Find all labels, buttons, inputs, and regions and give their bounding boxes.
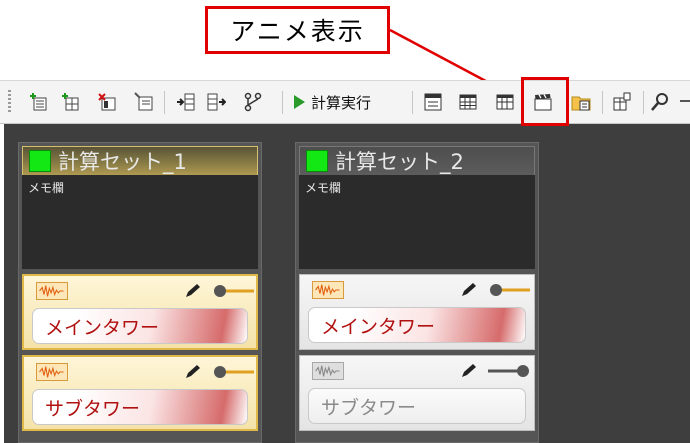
tower-card[interactable]: サブタワー xyxy=(299,355,535,431)
add-item-icon[interactable] xyxy=(60,92,80,112)
calc-set-panel[interactable]: 計算セット_1 メモ欄 メインタワー サブタワー xyxy=(18,142,262,443)
set-status-indicator xyxy=(306,150,328,172)
waveform-icon[interactable] xyxy=(36,282,68,300)
delete-icon[interactable] xyxy=(97,92,117,112)
tower-card[interactable]: メインタワー xyxy=(22,274,258,350)
calc-set-title: 計算セット_1 xyxy=(58,150,187,174)
tower-name-field[interactable]: サブタワー xyxy=(32,389,248,425)
grid-alt-view-icon[interactable] xyxy=(495,92,515,112)
table-view-icon[interactable] xyxy=(423,92,443,112)
callout-animation-display: アニメ表示 xyxy=(205,6,390,54)
memo-label: メモ欄 xyxy=(305,181,342,195)
enable-toggle[interactable] xyxy=(210,365,256,379)
tower-name-field[interactable]: サブタワー xyxy=(308,388,526,424)
toolbar-separator xyxy=(643,91,644,114)
toolbar-separator xyxy=(602,91,603,114)
search-icon[interactable] xyxy=(650,92,670,112)
calc-set-panel[interactable]: 計算セット_2 メモ欄 メインタワー サブタワー xyxy=(295,142,539,443)
report-icon[interactable] xyxy=(612,92,632,112)
pencil-icon[interactable] xyxy=(184,283,202,299)
waveform-icon[interactable] xyxy=(312,281,344,299)
calc-set-title: 計算セット_2 xyxy=(335,150,464,174)
tower-name-field[interactable]: メインタワー xyxy=(32,308,248,344)
tower-name: メインタワー xyxy=(321,315,436,338)
tower-card[interactable]: サブタワー xyxy=(22,355,258,431)
play-icon xyxy=(294,95,305,109)
run-calculation-button[interactable]: 計算実行 xyxy=(294,89,371,115)
toolbar-separator xyxy=(412,91,413,114)
toolbar-separator xyxy=(282,91,283,114)
calc-set-title-bar[interactable]: 計算セット_2 xyxy=(299,146,535,176)
pencil-icon[interactable] xyxy=(184,364,202,380)
callout-label: アニメ表示 xyxy=(230,17,365,46)
pencil-icon[interactable] xyxy=(460,363,478,379)
toolbar-separator xyxy=(164,91,165,114)
pencil-icon[interactable] xyxy=(460,282,478,298)
tower-name-field[interactable]: メインタワー xyxy=(308,307,526,343)
tower-card[interactable]: メインタワー xyxy=(299,274,535,350)
set-status-indicator xyxy=(29,150,51,172)
add-set-icon[interactable] xyxy=(28,92,48,112)
run-calculation-label: 計算実行 xyxy=(311,93,372,112)
memo-field[interactable]: メモ欄 xyxy=(22,175,258,269)
enable-toggle[interactable] xyxy=(486,283,532,297)
enable-toggle[interactable] xyxy=(210,284,256,298)
memo-field[interactable]: メモ欄 xyxy=(299,175,535,269)
move-left-icon[interactable] xyxy=(176,92,196,112)
folder-chart-icon[interactable] xyxy=(571,92,591,112)
tower-name: メインタワー xyxy=(45,316,160,339)
more-icon[interactable] xyxy=(678,92,690,112)
tower-name: サブタワー xyxy=(321,396,417,419)
grid-view-icon[interactable] xyxy=(458,92,478,112)
toolbar: 計算実行 xyxy=(0,80,690,124)
enable-toggle[interactable] xyxy=(486,364,532,378)
tower-name: サブタワー xyxy=(45,397,141,420)
calc-set-title-bar[interactable]: 計算セット_1 xyxy=(22,146,258,176)
memo-label: メモ欄 xyxy=(28,181,65,195)
link-icon[interactable] xyxy=(243,92,263,112)
move-right-icon[interactable] xyxy=(206,92,226,112)
workspace: 計算セット_1 メモ欄 メインタワー サブタワー 計算セット_2 メモ欄 メイン… xyxy=(4,124,690,443)
toolbar-grip[interactable] xyxy=(8,90,11,114)
waveform-icon[interactable] xyxy=(36,363,68,381)
edit-set-icon[interactable] xyxy=(134,92,154,112)
highlight-box xyxy=(521,77,569,126)
waveform-icon[interactable] xyxy=(312,362,344,380)
